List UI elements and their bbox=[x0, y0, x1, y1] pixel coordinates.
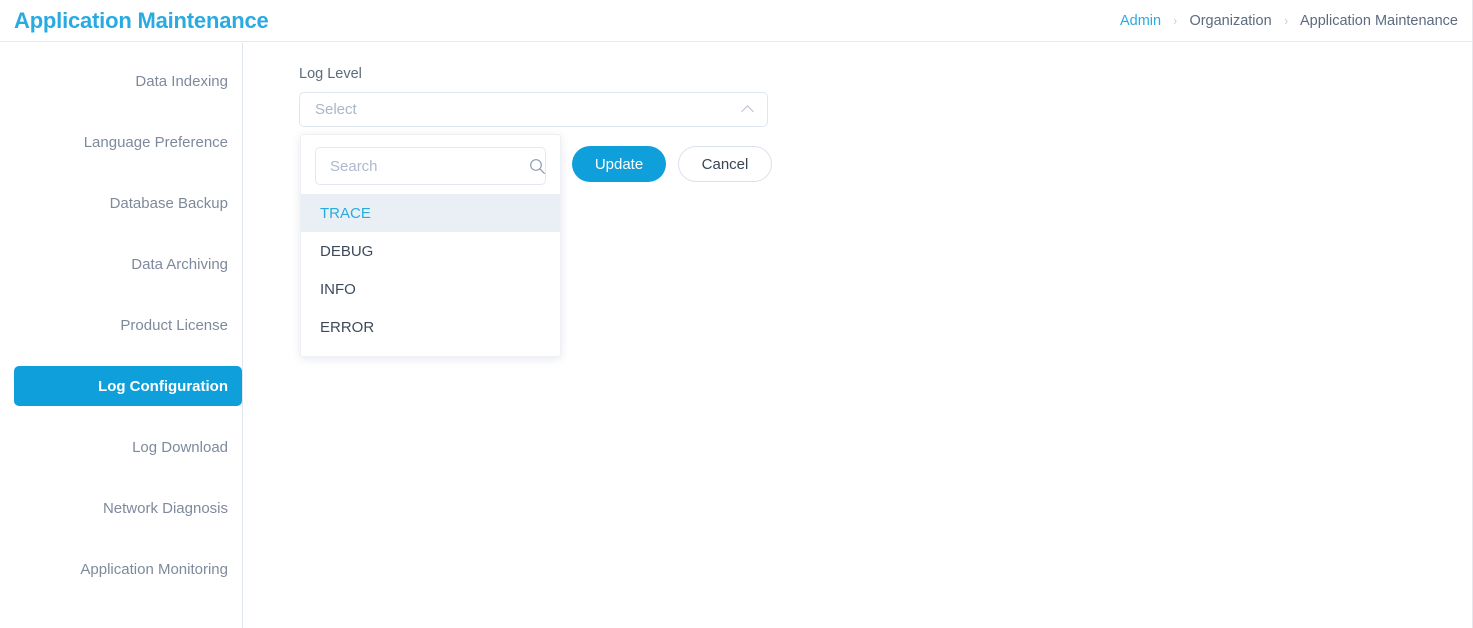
page-header: Application Maintenance Admin › Organiza… bbox=[0, 0, 1472, 42]
sidebar-item-data-archiving[interactable]: Data Archiving bbox=[14, 244, 242, 284]
sidebar-item-database-backup[interactable]: Database Backup bbox=[14, 183, 242, 223]
update-button[interactable]: Update bbox=[572, 146, 666, 182]
cancel-button[interactable]: Cancel bbox=[678, 146, 772, 182]
log-level-label: Log Level bbox=[299, 66, 362, 82]
breadcrumb-item-application-maintenance: Application Maintenance bbox=[1300, 12, 1458, 29]
chevron-right-icon: › bbox=[1173, 13, 1178, 28]
chevron-up-icon bbox=[742, 103, 755, 116]
log-level-select[interactable]: Select bbox=[299, 92, 768, 127]
sidebar-item-data-indexing[interactable]: Data Indexing bbox=[14, 61, 242, 101]
sidebar-item-log-configuration[interactable]: Log Configuration bbox=[14, 366, 242, 406]
search-icon[interactable] bbox=[529, 158, 546, 175]
main-content: Log Level Select Update Cancel Search TR… bbox=[244, 43, 1472, 628]
dropdown-option-trace[interactable]: TRACE bbox=[301, 194, 560, 232]
dropdown-search-input[interactable] bbox=[330, 157, 529, 175]
form-actions: Update Cancel bbox=[572, 146, 772, 182]
sidebar-item-application-monitoring[interactable]: Application Monitoring bbox=[14, 549, 242, 589]
dropdown-option-error[interactable]: ERROR bbox=[301, 308, 560, 346]
dropdown-option-info[interactable]: INFO bbox=[301, 270, 560, 308]
dropdown-option-debug[interactable]: DEBUG bbox=[301, 232, 560, 270]
sidebar-item-log-download[interactable]: Log Download bbox=[14, 427, 242, 467]
log-level-dropdown-panel: TRACE DEBUG INFO ERROR bbox=[300, 134, 561, 357]
breadcrumb-item-admin[interactable]: Admin bbox=[1120, 13, 1161, 29]
dropdown-option-list: TRACE DEBUG INFO ERROR bbox=[301, 194, 560, 346]
breadcrumb: Admin › Organization › Application Maint… bbox=[1120, 13, 1458, 29]
sidebar-nav: Data Indexing Language Preference Databa… bbox=[0, 43, 243, 628]
sidebar-item-product-license[interactable]: Product License bbox=[14, 305, 242, 345]
log-level-select-value: Select bbox=[315, 101, 357, 118]
sidebar-item-network-diagnosis[interactable]: Network Diagnosis bbox=[14, 488, 242, 528]
sidebar-item-language-preference[interactable]: Language Preference bbox=[14, 122, 242, 162]
application-maintenance-page: Application Maintenance Admin › Organiza… bbox=[0, 0, 1473, 628]
page-title: Application Maintenance bbox=[14, 7, 269, 33]
chevron-right-icon: › bbox=[1283, 13, 1288, 28]
dropdown-search-wrapper[interactable] bbox=[315, 147, 546, 185]
breadcrumb-item-organization[interactable]: Organization bbox=[1189, 13, 1271, 29]
